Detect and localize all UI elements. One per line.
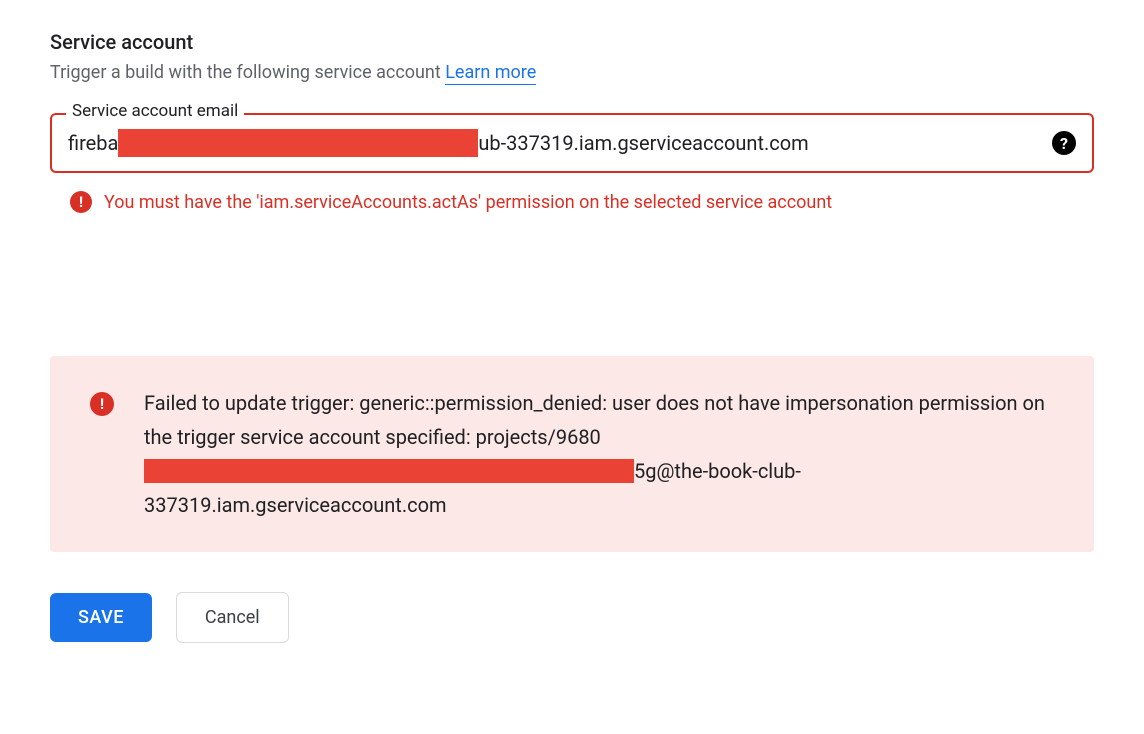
save-button[interactable]: SAVE bbox=[50, 593, 152, 642]
help-icon[interactable]: ? bbox=[1052, 131, 1076, 155]
button-row: SAVE Cancel bbox=[50, 592, 1094, 643]
field-value-prefix: fireba bbox=[68, 131, 118, 155]
service-account-section: Service account Trigger a build with the… bbox=[50, 30, 1094, 643]
cancel-button[interactable]: Cancel bbox=[176, 592, 289, 643]
service-account-email-field: Service account email firebaub-337319.ia… bbox=[50, 113, 1094, 173]
redaction-bar bbox=[118, 129, 478, 157]
error-banner: ! Failed to update trigger: generic::per… bbox=[50, 356, 1094, 552]
error-icon: ! bbox=[70, 191, 92, 213]
section-subtitle-text: Trigger a build with the following servi… bbox=[50, 62, 445, 83]
field-value-suffix: ub-337319.iam.gserviceaccount.com bbox=[478, 131, 808, 155]
section-subtitle: Trigger a build with the following servi… bbox=[50, 62, 1094, 83]
field-error-text: You must have the 'iam.serviceAccounts.a… bbox=[104, 189, 832, 216]
banner-text-prefix: Failed to update trigger: generic::permi… bbox=[144, 391, 1045, 449]
field-value: fireba ub-337319.iam.gserviceaccount.com bbox=[68, 129, 1040, 157]
service-account-email-input[interactable]: firebaub-337319.iam.gserviceaccount.com … bbox=[50, 113, 1094, 173]
field-label: Service account email bbox=[66, 101, 244, 121]
error-banner-text: Failed to update trigger: generic::permi… bbox=[144, 386, 1054, 522]
learn-more-link[interactable]: Learn more bbox=[445, 62, 536, 85]
redaction-bar bbox=[144, 459, 634, 483]
section-title: Service account bbox=[50, 30, 1094, 54]
field-error: ! You must have the 'iam.serviceAccounts… bbox=[50, 189, 1094, 216]
error-icon: ! bbox=[90, 392, 114, 416]
